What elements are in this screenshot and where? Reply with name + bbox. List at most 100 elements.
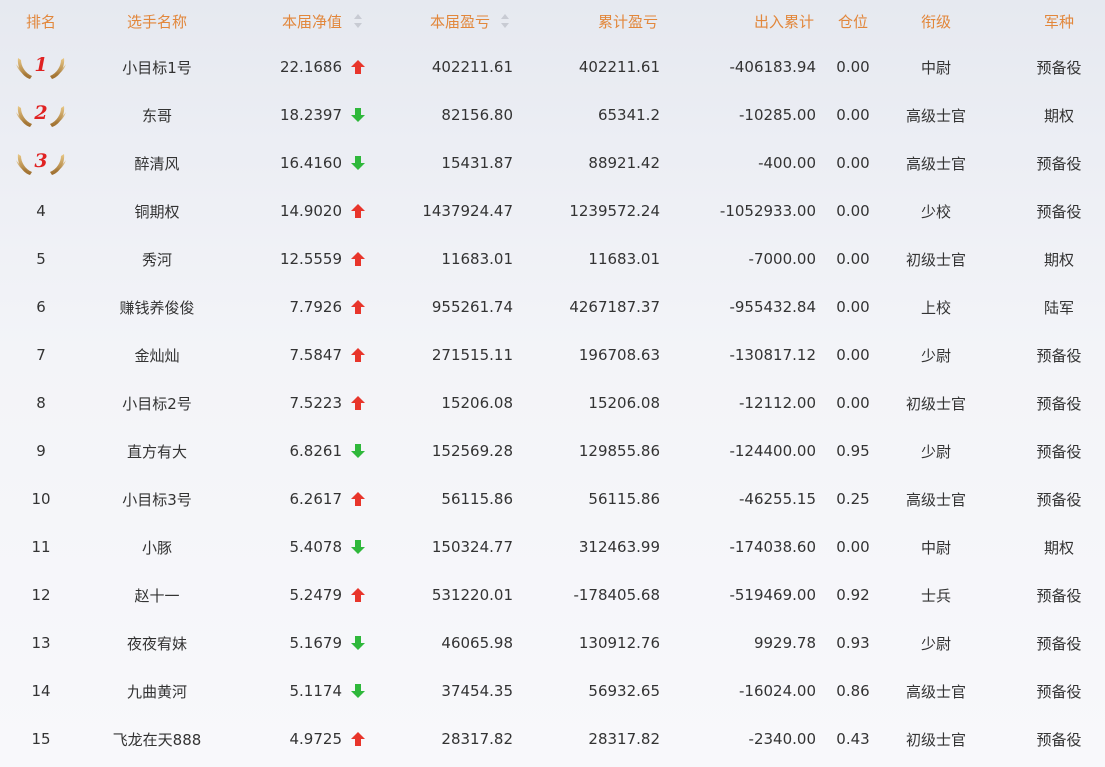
table-row[interactable]: 12 赵十一 5.2479 531220.01 -178405.68 -519469.00… bbox=[0, 571, 1105, 619]
trend-up-icon bbox=[351, 348, 365, 362]
position-value: 0.00 bbox=[836, 298, 870, 316]
military-rank-value: 高级士官 bbox=[905, 682, 966, 701]
trend-cell bbox=[346, 619, 370, 667]
flow-value: -2340.00 bbox=[748, 730, 816, 748]
table-row[interactable]: 15 飞龙在天888 4.9725 28317.82 28317.82 -2340.00 0… bbox=[0, 715, 1105, 763]
player-name[interactable]: 小目标1号 bbox=[96, 43, 218, 91]
player-name[interactable]: 铜期权 bbox=[96, 187, 218, 235]
player-name[interactable]: 九曲黄河 bbox=[96, 667, 218, 715]
flow-value: -1052933.00 bbox=[719, 202, 816, 220]
cumulative-value: 1239572.24 bbox=[569, 202, 660, 220]
table-row[interactable]: 9 直方有大 6.8261 152569.28 129855.86 -124400.00 0… bbox=[0, 427, 1105, 475]
player-name[interactable]: 小目标2号 bbox=[96, 379, 218, 427]
table-row[interactable]: 7 金灿灿 7.5847 271515.11 196708.63 -130817.12 0.… bbox=[0, 331, 1105, 379]
position-value: 0.00 bbox=[836, 154, 870, 172]
player-name[interactable]: 飞龙在天888 bbox=[96, 715, 218, 763]
cumulative-value: 56115.86 bbox=[588, 490, 660, 508]
rank-cell: 13 bbox=[31, 634, 51, 652]
position-value: 0.93 bbox=[836, 634, 870, 652]
table-row[interactable]: 14 九曲黄河 5.1174 37454.35 56932.65 -16024.00 0.8… bbox=[0, 667, 1105, 715]
rank-cell: 11 bbox=[31, 538, 51, 556]
header-name: 选手名称 bbox=[126, 13, 187, 31]
flow-value: -174038.60 bbox=[729, 538, 816, 556]
table-row[interactable]: 10 小目标3号 6.2617 56115.86 56115.86 -46255.15 0.… bbox=[0, 475, 1105, 523]
trend-down-icon bbox=[351, 156, 365, 170]
player-name[interactable]: 赵十一 bbox=[96, 571, 218, 619]
military-rank-value: 中尉 bbox=[920, 58, 951, 77]
arm-value: 预备役 bbox=[1036, 730, 1082, 749]
flow-value: -130817.12 bbox=[729, 346, 816, 364]
table-row[interactable]: 3 醉清风 16.4160 15431.87 88921.42 -400.00 0.00 高级… bbox=[0, 139, 1105, 187]
rank-cell: 1 bbox=[0, 43, 82, 91]
header-nav-sort[interactable]: 本届净值 bbox=[230, 0, 342, 43]
player-name[interactable]: 直方有大 bbox=[96, 427, 218, 475]
position-value: 0.43 bbox=[836, 730, 870, 748]
player-name[interactable]: 东哥 bbox=[96, 91, 218, 139]
trend-down-icon bbox=[351, 108, 365, 122]
table-row[interactable]: 13 夜夜宥妹 5.1679 46065.98 130912.76 9929.78 0.93… bbox=[0, 619, 1105, 667]
arm-value: 预备役 bbox=[1036, 586, 1082, 605]
table-row[interactable]: 2 东哥 18.2397 82156.80 65341.2 -10285.00 0.00 高级… bbox=[0, 91, 1105, 139]
header-profit-sort[interactable]: 本届盈亏 bbox=[380, 0, 490, 43]
cumulative-value: 28317.82 bbox=[588, 730, 660, 748]
military-rank-value: 少尉 bbox=[920, 346, 951, 365]
trend-cell bbox=[346, 283, 370, 331]
flow-value: -10285.00 bbox=[739, 106, 816, 124]
rank-cell: 2 bbox=[0, 91, 82, 139]
player-name[interactable]: 小豚 bbox=[96, 523, 218, 571]
position-value: 0.00 bbox=[836, 250, 870, 268]
arm-value: 期权 bbox=[1043, 538, 1074, 557]
medal-badge: 3 bbox=[15, 148, 67, 178]
arm-value: 预备役 bbox=[1036, 490, 1082, 509]
trend-up-icon bbox=[351, 492, 365, 506]
profit-value: 15431.87 bbox=[441, 154, 513, 172]
leaderboard-table: 排名 选手名称 本届净值 本届盈亏 累计盈亏 出入累计 仓位 衔级 军种 1 小目… bbox=[0, 0, 1105, 763]
player-name[interactable]: 小目标3号 bbox=[96, 475, 218, 523]
cumulative-value: 56932.65 bbox=[588, 682, 660, 700]
rank-cell: 15 bbox=[31, 730, 51, 748]
table-row[interactable]: 6 赚钱养俊俊 7.7926 955261.74 4267187.37 -955432.8… bbox=[0, 283, 1105, 331]
trend-cell bbox=[346, 427, 370, 475]
medal-badge: 2 bbox=[15, 100, 67, 130]
trend-cell bbox=[346, 43, 370, 91]
cumulative-value: 4267187.37 bbox=[569, 298, 660, 316]
sort-icon[interactable] bbox=[501, 14, 509, 28]
profit-value: 37454.35 bbox=[441, 682, 513, 700]
military-rank-value: 初级士官 bbox=[905, 250, 966, 269]
position-value: 0.00 bbox=[836, 202, 870, 220]
position-value: 0.92 bbox=[836, 586, 870, 604]
trend-down-icon bbox=[351, 684, 365, 698]
arm-value: 预备役 bbox=[1036, 154, 1082, 173]
cumulative-value: 88921.42 bbox=[588, 154, 660, 172]
header-nav-label: 本届净值 bbox=[281, 13, 342, 31]
arm-value: 预备役 bbox=[1036, 442, 1082, 461]
cumulative-value: 15206.08 bbox=[588, 394, 660, 412]
trend-up-icon bbox=[351, 204, 365, 218]
table-row[interactable]: 5 秀河 12.5559 11683.01 11683.01 -7000.00 0.00 初级… bbox=[0, 235, 1105, 283]
profit-value: 150324.77 bbox=[431, 538, 513, 556]
cumulative-value: 402211.61 bbox=[578, 58, 660, 76]
player-name[interactable]: 金灿灿 bbox=[96, 331, 218, 379]
position-value: 0.25 bbox=[836, 490, 870, 508]
table-row[interactable]: 1 小目标1号 22.1686 402211.61 402211.61 -406183.9… bbox=[0, 43, 1105, 91]
arm-value: 预备役 bbox=[1036, 346, 1082, 365]
rank-cell: 8 bbox=[36, 394, 46, 412]
table-row[interactable]: 4 铜期权 14.9020 1437924.47 1239572.24 -1052933.… bbox=[0, 187, 1105, 235]
player-name[interactable]: 赚钱养俊俊 bbox=[96, 283, 218, 331]
sort-icon[interactable] bbox=[354, 14, 362, 28]
profit-value: 15206.08 bbox=[441, 394, 513, 412]
trend-cell bbox=[346, 715, 370, 763]
nav-value: 14.9020 bbox=[279, 202, 342, 220]
player-name[interactable]: 醉清风 bbox=[96, 139, 218, 187]
player-name[interactable]: 秀河 bbox=[96, 235, 218, 283]
trend-up-icon bbox=[351, 300, 365, 314]
player-name[interactable]: 夜夜宥妹 bbox=[96, 619, 218, 667]
cumulative-value: -178405.68 bbox=[573, 586, 660, 604]
trend-up-icon bbox=[351, 60, 365, 74]
arm-value: 预备役 bbox=[1036, 682, 1082, 701]
table-row[interactable]: 11 小豚 5.4078 150324.77 312463.99 -174038.60 0.… bbox=[0, 523, 1105, 571]
position-value: 0.00 bbox=[836, 58, 870, 76]
table-row[interactable]: 8 小目标2号 7.5223 15206.08 15206.08 -12112.00 0.0… bbox=[0, 379, 1105, 427]
rank-cell: 9 bbox=[36, 442, 46, 460]
military-rank-value: 少尉 bbox=[920, 442, 951, 461]
